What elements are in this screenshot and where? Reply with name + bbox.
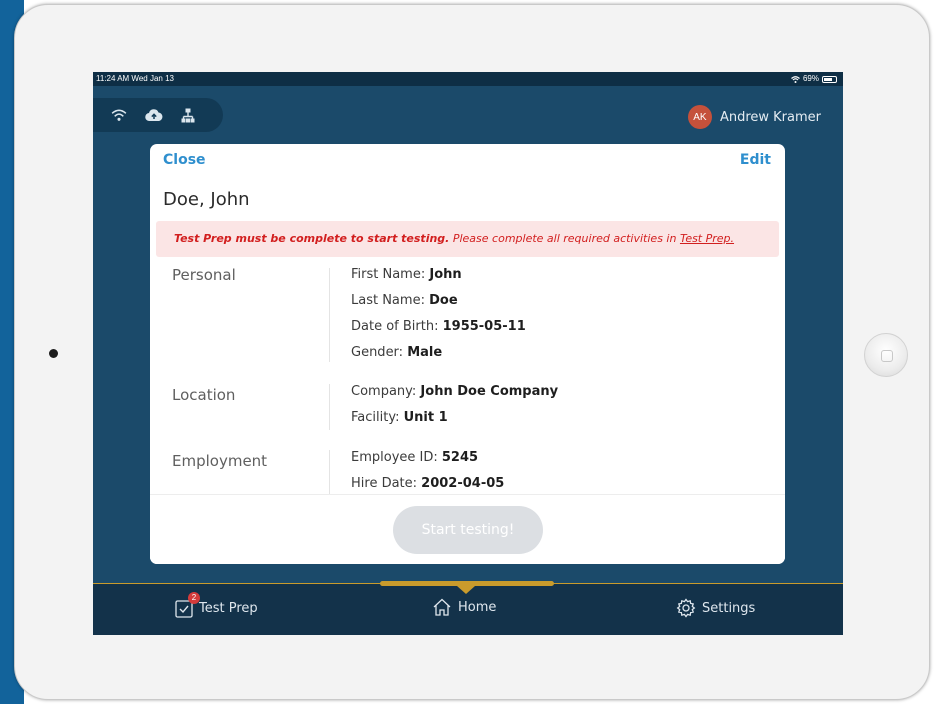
cloud-upload-icon (145, 108, 163, 121)
modal-footer: Start testing! (150, 494, 785, 564)
field-date-of-birth: Date of Birth: 1955-05-11 (351, 319, 526, 334)
edit-button[interactable]: Edit (740, 152, 771, 168)
user-menu[interactable]: AK Andrew Kramer (687, 105, 821, 129)
field-first-name: First Name: John (351, 267, 462, 282)
section-label: Employment (172, 452, 268, 470)
wifi-icon (111, 109, 127, 121)
tab-label: Settings (702, 600, 756, 616)
close-button[interactable]: Close (163, 152, 206, 168)
test-prep-link[interactable]: Test Prep. (680, 232, 734, 245)
alert-text: Please complete all required activities … (452, 232, 677, 245)
field-facility: Facility: Unit 1 (351, 410, 448, 425)
section-label: Personal (172, 266, 236, 284)
battery-icon (822, 75, 837, 83)
status-time: 11:24 AM Wed Jan 13 (96, 74, 174, 83)
test-prep-alert: Test Prep must be complete to start test… (156, 221, 779, 257)
field-company: Company: John Doe Company (351, 384, 559, 399)
network-icon (181, 108, 195, 122)
active-tab-notch (457, 586, 475, 594)
alert-strong-text: Test Prep must be complete to start test… (174, 232, 450, 245)
tab-settings[interactable]: Settings (676, 598, 755, 618)
status-right: 69% (791, 72, 837, 86)
tab-label: Test Prep (199, 600, 258, 616)
tab-label: Home (458, 599, 497, 615)
connection-status (93, 98, 223, 132)
user-name: Andrew Kramer (719, 109, 821, 125)
clipboard-check-icon: 2 (175, 592, 200, 618)
tab-home[interactable]: Home (432, 598, 496, 616)
status-bar: 11:24 AM Wed Jan 13 69% (93, 72, 843, 86)
details-scroll-area[interactable]: Personal First Name: John Last Name: Doe… (150, 264, 785, 494)
tab-test-prep[interactable]: 2 Test Prep (175, 592, 258, 618)
section-label: Location (172, 386, 236, 404)
wifi-status-icon (791, 75, 800, 83)
field-gender: Gender: Male (351, 345, 443, 360)
section-divider (329, 450, 330, 494)
page-title: Doe, John (163, 189, 250, 210)
section-divider (329, 384, 330, 430)
employee-details-modal: Close Edit Doe, John Test Prep must be c… (150, 144, 785, 564)
gear-icon (676, 598, 696, 618)
test-prep-badge: 2 (188, 592, 200, 604)
start-testing-button[interactable]: Start testing! (393, 506, 543, 554)
avatar: AK (687, 105, 712, 129)
app-screen: 11:24 AM Wed Jan 13 69% AK Andrew Kramer… (93, 72, 843, 635)
tablet-camera (49, 349, 58, 358)
field-last-name: Last Name: Doe (351, 293, 458, 308)
section-employment: Employment Employee ID: 5245 Hire Date: … (150, 450, 785, 494)
tablet-home-button[interactable] (864, 333, 908, 377)
field-employee-id: Employee ID: 5245 (351, 450, 479, 465)
section-divider (329, 268, 330, 362)
field-hire-date: Hire Date: 2002-04-05 (351, 476, 505, 491)
home-icon (433, 598, 451, 616)
battery-percent: 69% (802, 74, 819, 83)
section-location: Location Company: John Doe Company Facil… (150, 384, 785, 440)
section-personal: Personal First Name: John Last Name: Doe… (150, 264, 785, 374)
